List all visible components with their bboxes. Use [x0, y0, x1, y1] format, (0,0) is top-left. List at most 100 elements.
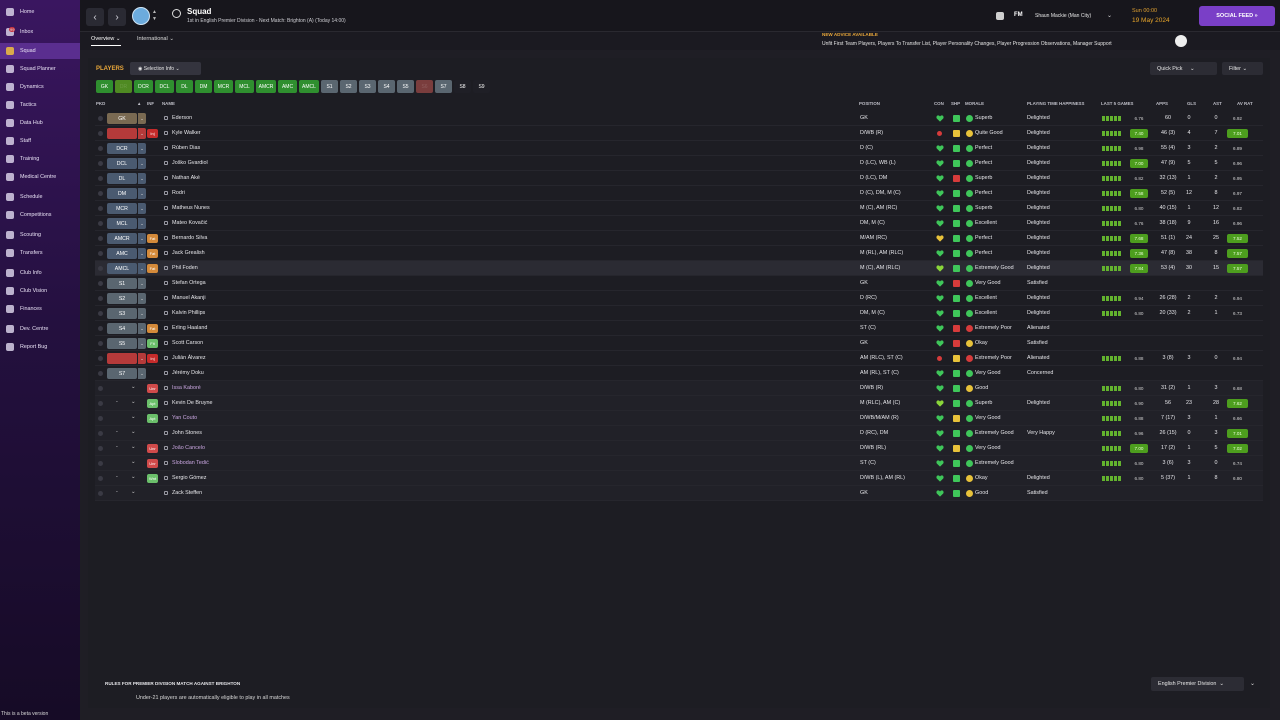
sidebar-item-data-hub[interactable]: Data Hub — [0, 115, 80, 131]
position-chip-amc[interactable]: AMC — [278, 80, 297, 93]
chevron-down-icon[interactable]: ⌄ — [138, 218, 146, 229]
chevron-down-icon[interactable]: ⌄ — [1250, 680, 1255, 687]
chevron-down-icon[interactable]: ⌄ — [131, 474, 136, 480]
position-chip-s2[interactable]: S2 — [340, 80, 357, 93]
player-name[interactable]: Jérémy Doku — [172, 370, 204, 376]
row-select-radio[interactable] — [98, 386, 103, 391]
chevron-down-icon[interactable]: ⌄ — [1107, 12, 1112, 19]
sidebar-item-report-bug[interactable]: Report Bug — [0, 339, 80, 355]
chevron-down-icon[interactable]: ⌄ — [138, 188, 146, 199]
row-select-radio[interactable] — [98, 446, 103, 451]
player-name[interactable]: Mateo Kovačić — [172, 220, 207, 226]
player-name[interactable]: Stefan Ortega — [172, 280, 206, 286]
col-av-rat[interactable]: AV RAT — [1237, 101, 1253, 106]
club-switch-arrows-icon[interactable]: ▲ ▼ — [152, 9, 158, 23]
sidebar-item-club-vision[interactable]: Club Vision — [0, 283, 80, 299]
chevron-down-icon[interactable]: ⌄ — [138, 353, 146, 364]
row-select-radio[interactable] — [98, 206, 103, 211]
selection-slot[interactable]: DM — [107, 188, 137, 199]
sidebar-item-scouting[interactable]: Scouting — [0, 227, 80, 243]
row-select-radio[interactable] — [98, 341, 103, 346]
sidebar-item-finances[interactable]: Finances — [0, 301, 80, 317]
position-chip-amcl[interactable]: AMCL — [299, 80, 319, 93]
selection-info-dropdown[interactable]: ◉ Selection Info ⌄ — [130, 62, 201, 75]
sidebar-item-training[interactable]: Training — [0, 151, 80, 167]
table-row[interactable]: - ⌄ Zack Steffen GK Good Satisfied — [95, 486, 1263, 501]
table-row[interactable]: GK ⌄ Ederson GK Superb Delighted 6.76 60 0 0 6.92 — [95, 111, 1263, 126]
table-row[interactable]: S4 ⌄ Fat Erling Haaland ST (C) Extremely Poor… — [95, 321, 1263, 336]
trophy-icon[interactable] — [996, 12, 1004, 20]
back-button[interactable]: ‹ — [86, 8, 104, 26]
sidebar-item-dynamics[interactable]: Dynamics — [0, 79, 80, 95]
player-name[interactable]: Scott Carson — [172, 340, 203, 346]
sidebar-item-competitions[interactable]: Competitions — [0, 207, 80, 223]
row-select-radio[interactable] — [98, 221, 103, 226]
sidebar-item-medical-centre[interactable]: Medical Centre — [0, 169, 80, 185]
table-row[interactable]: S2 ⌄ Manuel Akanji D (RC) Excellent Delighted… — [95, 291, 1263, 306]
row-select-radio[interactable] — [98, 326, 103, 331]
chevron-down-icon[interactable]: ⌄ — [131, 444, 136, 450]
col-shp[interactable]: SHP — [951, 101, 960, 106]
player-name[interactable]: Issa Kaboré — [172, 385, 201, 391]
player-name[interactable]: Joško Gvardiol — [172, 160, 208, 166]
chevron-down-icon[interactable]: ⌄ — [138, 203, 146, 214]
position-chip-s7[interactable]: S7 — [435, 80, 452, 93]
sidebar-item-staff[interactable]: Staff — [0, 133, 80, 149]
position-chip-mcl[interactable]: MCL — [235, 80, 254, 93]
chevron-down-icon[interactable]: ⌄ — [138, 278, 146, 289]
player-name[interactable]: Yan Couto — [172, 415, 197, 421]
chevron-down-icon[interactable]: ⌄ — [138, 128, 146, 139]
selection-slot[interactable]: AMCL — [107, 263, 137, 274]
row-select-radio[interactable] — [98, 266, 103, 271]
col-last5[interactable]: LAST 5 GAMES — [1101, 101, 1133, 106]
social-feed-button[interactable]: SOCIAL FEED » — [1199, 6, 1275, 26]
quick-pick-dropdown[interactable]: Quick Pick ⌄ — [1150, 62, 1217, 75]
position-chip-mcr[interactable]: MCR — [214, 80, 233, 93]
selection-slot[interactable]: DCL — [107, 158, 137, 169]
sidebar-item-squad-planner[interactable]: Squad Planner — [0, 61, 80, 77]
player-name[interactable]: Nathan Aké — [172, 175, 200, 181]
selection-slot[interactable]: S5 — [107, 338, 137, 349]
chevron-down-icon[interactable]: ⌄ — [138, 173, 146, 184]
player-name[interactable]: John Stones — [172, 430, 202, 436]
table-row[interactable]: DL ⌄ Nathan Aké D (LC), DM Superb Delighted 6.… — [95, 171, 1263, 186]
sidebar-item-tactics[interactable]: Tactics — [0, 97, 80, 113]
search-icon[interactable] — [172, 9, 181, 18]
chevron-down-icon[interactable]: ⌄ — [138, 263, 146, 274]
selection-slot[interactable]: - — [116, 474, 118, 480]
table-row[interactable]: S7 ⌄ Jérémy Doku AM (RL), ST (C) Very Good Co… — [95, 366, 1263, 381]
table-row[interactable]: DCR ⌄ Rúben Dias D (C) Perfect Delighted 6.98 5… — [95, 141, 1263, 156]
position-chip-amcr[interactable]: AMCR — [256, 80, 276, 93]
chevron-down-icon[interactable]: ⌄ — [138, 368, 146, 379]
row-select-radio[interactable] — [98, 461, 103, 466]
player-name[interactable]: Bernardo Silva — [172, 235, 207, 241]
advice-text[interactable]: Unfit First Team Players, Players To Tra… — [822, 41, 1112, 47]
position-chip-dl[interactable]: DL — [176, 80, 193, 93]
row-select-radio[interactable] — [98, 476, 103, 481]
sidebar-item-schedule[interactable]: Schedule — [0, 189, 80, 205]
table-row[interactable]: S1 ⌄ Stefan Ortega GK Very Good Satisfied — [95, 276, 1263, 291]
col-ast[interactable]: AST — [1213, 101, 1222, 106]
player-name[interactable]: Kevin De Bruyne — [172, 400, 212, 406]
col-inf[interactable]: INF — [147, 101, 154, 106]
selection-slot[interactable]: - — [116, 429, 118, 435]
player-name[interactable]: Erling Haaland — [172, 325, 207, 331]
chevron-down-icon[interactable]: ⌄ — [131, 384, 136, 390]
chevron-down-icon[interactable]: ⌄ — [138, 143, 146, 154]
sidebar-item-home[interactable]: Home — [0, 4, 80, 20]
row-select-radio[interactable] — [98, 176, 103, 181]
club-crest-icon[interactable] — [132, 7, 150, 25]
table-row[interactable]: ⌄ Inj Kyle Walker D/WB (R) Quite Good Delight… — [95, 126, 1263, 141]
row-select-radio[interactable] — [98, 431, 103, 436]
manager-name[interactable]: Shaun Mackie (Man City) — [1035, 13, 1091, 19]
table-row[interactable]: S3 ⌄ Kalvin Phillips DM, M (C) Excellent Deli… — [95, 306, 1263, 321]
row-select-radio[interactable] — [98, 116, 103, 121]
row-select-radio[interactable] — [98, 146, 103, 151]
row-select-radio[interactable] — [98, 251, 103, 256]
row-select-radio[interactable] — [98, 296, 103, 301]
selection-slot[interactable]: - — [116, 399, 118, 405]
chevron-down-icon[interactable]: ⌄ — [138, 248, 146, 259]
table-row[interactable]: ⌄ Apt Yan Couto D/WB/M/AM (R) Very Good 6.88 7… — [95, 411, 1263, 426]
league-dropdown[interactable]: English Premier Division ⌄ — [1151, 677, 1244, 691]
sidebar-item-inbox[interactable]: 99 Inbox — [0, 24, 80, 40]
